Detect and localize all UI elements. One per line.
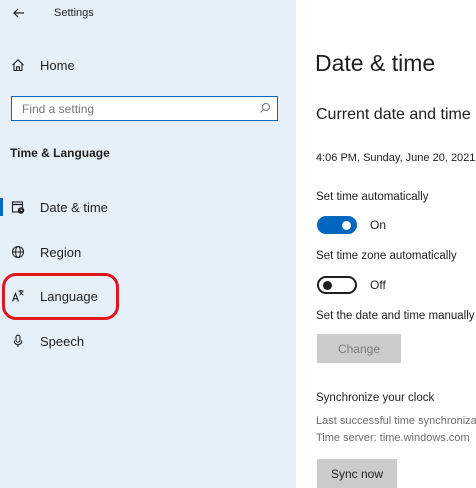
globe-icon [10, 244, 26, 260]
sidebar-item-language[interactable]: Language [0, 281, 296, 311]
current-datetime: 4:06 PM, Sunday, June 20, 2021 [316, 152, 476, 164]
nav-home-label: Home [40, 57, 75, 73]
nav-home[interactable]: Home [0, 50, 296, 80]
set-time-auto-state: On [370, 218, 387, 232]
language-icon [10, 288, 26, 304]
set-timezone-auto-toggle[interactable] [317, 276, 357, 294]
last-sync-text: Last successful time synchronization [316, 415, 476, 427]
page-title: Date & time [315, 50, 436, 76]
search-box[interactable] [11, 96, 278, 121]
sidebar: Settings Home Time & Language [0, 0, 296, 488]
sidebar-item-label: Date & time [40, 199, 108, 215]
sidebar-item-region[interactable]: Region [0, 237, 296, 267]
sidebar-item-label: Language [40, 288, 98, 304]
microphone-icon [10, 333, 26, 349]
title-bar: Settings [0, 0, 296, 28]
sidebar-item-date-time[interactable]: Date & time [0, 192, 296, 222]
sync-title: Synchronize your clock [316, 392, 435, 404]
sidebar-item-label: Region [40, 244, 82, 260]
sidebar-item-speech[interactable]: Speech [0, 326, 296, 356]
section-title-current: Current date and time [316, 106, 471, 123]
sidebar-item-label: Speech [40, 333, 85, 349]
back-button[interactable] [8, 2, 30, 24]
settings-window: Settings Home Time & Language [0, 0, 476, 488]
sidebar-section-title: Time & Language [10, 146, 110, 160]
sync-now-button[interactable]: Sync now [317, 459, 397, 488]
time-server-text: Time server: time.windows.com [316, 432, 470, 444]
set-timezone-auto-label: Set time zone automatically [316, 250, 457, 262]
set-time-auto-toggle[interactable] [317, 216, 357, 234]
back-arrow-icon [13, 8, 24, 18]
clock-calendar-icon [10, 199, 26, 215]
set-timezone-auto-state: Off [370, 278, 386, 292]
set-time-auto-label: Set time automatically [316, 191, 429, 203]
toggle-knob [323, 281, 332, 290]
toggle-knob [342, 221, 351, 230]
home-icon [10, 57, 26, 73]
change-button[interactable]: Change [317, 334, 401, 363]
app-title: Settings [54, 7, 94, 19]
search-input[interactable] [12, 97, 252, 120]
set-manual-label: Set the date and time manually [316, 310, 475, 322]
search-icon[interactable] [259, 102, 271, 114]
selection-indicator [0, 198, 3, 216]
main-content: Date & time Current date and time 4:06 P… [296, 0, 476, 488]
